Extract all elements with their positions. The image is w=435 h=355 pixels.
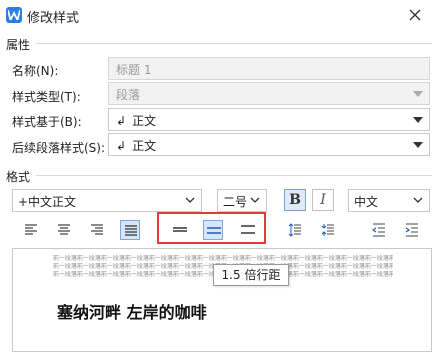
bold-button[interactable]: B: [284, 189, 306, 211]
font-size-select[interactable]: 二号: [217, 189, 267, 212]
based-on-select[interactable]: ↲ 正文: [108, 108, 430, 131]
properties-divider: [36, 43, 432, 44]
dropdown-arrow-icon: [413, 117, 423, 123]
name-value: 标题 1: [116, 63, 152, 77]
preview-sample-text: 塞纳河畔 左岸的咖啡: [57, 303, 207, 322]
style-type-value: 段落: [116, 88, 141, 102]
increase-paragraph-spacing-button[interactable]: [285, 220, 305, 240]
properties-section-label: 属性: [6, 38, 31, 52]
style-type-label: 样式类型(T):: [12, 90, 81, 104]
language-value: 中文: [354, 195, 379, 209]
dialog-title: 修改样式: [27, 11, 80, 26]
chevron-down-icon: [185, 197, 195, 203]
decrease-indent-icon: [372, 223, 385, 237]
align-center-button[interactable]: [54, 220, 74, 240]
double-spacing-icon: [241, 225, 255, 234]
font-size-value: 二号: [223, 195, 248, 209]
font-name-select[interactable]: +中文正文: [12, 189, 202, 212]
name-field[interactable]: 标题 1: [108, 57, 430, 80]
double-spacing-button[interactable]: [238, 220, 258, 240]
increase-indent-button[interactable]: [402, 220, 422, 240]
italic-button[interactable]: I: [312, 189, 334, 211]
single-spacing-button[interactable]: [170, 220, 190, 240]
language-select[interactable]: 中文: [348, 189, 430, 212]
decrease-indent-button[interactable]: [369, 220, 389, 240]
align-justify-button[interactable]: [120, 220, 140, 240]
decrease-paragraph-spacing-icon: [321, 224, 334, 236]
paragraph-return-icon: ↲: [116, 139, 127, 153]
format-section-label: 格式: [6, 170, 31, 184]
paragraph-return-icon: ↲: [116, 114, 127, 128]
next-style-value: 正文: [132, 139, 157, 153]
close-button[interactable]: [404, 4, 426, 26]
based-on-label: 样式基于(B):: [12, 115, 82, 129]
style-type-select[interactable]: 段落: [108, 82, 430, 105]
one-point-five-spacing-icon: [207, 227, 221, 234]
wps-writer-icon: [6, 7, 22, 23]
previous-paragraph-line: 前一段落前一段落前一段落前一段落前一段落前一段落前一段落前一段落前一段落前一段落…: [53, 255, 393, 262]
close-icon: [409, 9, 421, 21]
align-left-icon: [25, 224, 37, 235]
next-style-select[interactable]: ↲ 正文: [108, 133, 430, 156]
align-center-icon: [58, 224, 70, 235]
dropdown-arrow-icon: [413, 142, 423, 148]
line-spacing-tooltip: 1.5 倍行距: [213, 264, 289, 286]
increase-indent-icon: [405, 223, 418, 237]
based-on-value: 正文: [132, 114, 157, 128]
decrease-paragraph-spacing-button[interactable]: [318, 220, 338, 240]
format-divider: [36, 175, 432, 176]
chevron-down-icon: [250, 197, 260, 203]
single-spacing-icon: [173, 227, 187, 232]
dropdown-arrow-icon: [413, 91, 423, 97]
align-justify-icon: [125, 225, 137, 236]
title-bar: 修改样式: [0, 0, 435, 30]
next-style-label: 后续段落样式(S):: [12, 141, 106, 155]
chevron-down-icon: [413, 197, 423, 203]
align-right-button[interactable]: [87, 220, 107, 240]
align-right-icon: [91, 224, 103, 235]
name-label: 名称(N):: [12, 64, 59, 78]
font-name-value: +中文正文: [18, 195, 77, 209]
one-point-five-spacing-button[interactable]: [203, 220, 223, 240]
increase-paragraph-spacing-icon: [288, 223, 301, 237]
align-left-button[interactable]: [21, 220, 41, 240]
